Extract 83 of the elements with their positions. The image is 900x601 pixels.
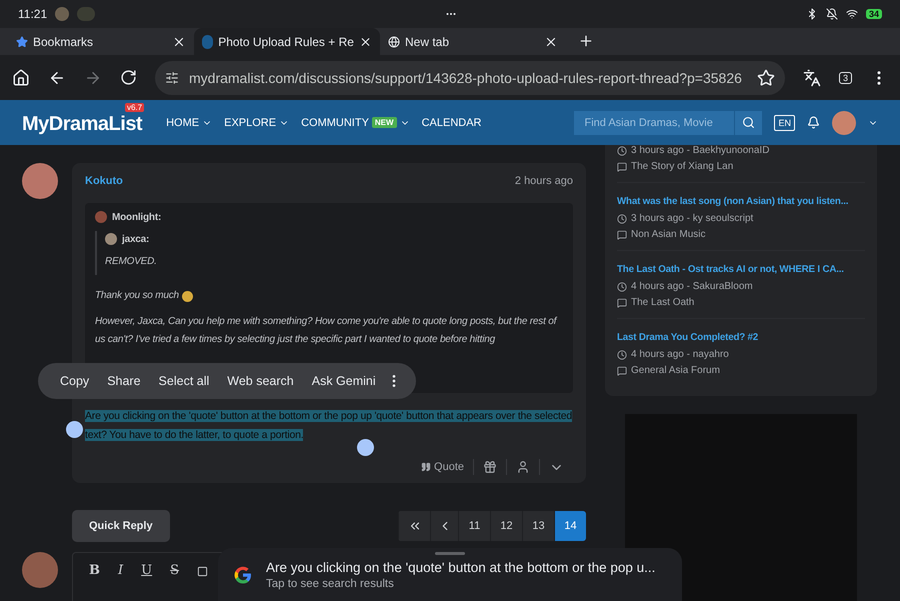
search-hint: Tap to see search results: [266, 578, 395, 590]
post-time: 2 hours ago: [514, 175, 573, 187]
thread-meta: 3 hours ago - ky seoulscript: [631, 213, 754, 224]
quote-author: Moonlight:: [112, 212, 162, 222]
bell-off-icon: [826, 8, 838, 20]
forum-name: The Last Oath: [631, 297, 694, 308]
thread-meta: 4 hours ago - SakuraBloom: [631, 281, 753, 292]
clock-icon: [617, 146, 627, 156]
star-icon: [16, 36, 28, 48]
quote-author: jaxca:: [122, 234, 150, 244]
comment-icon: [617, 162, 627, 172]
drag-handle: [435, 552, 465, 555]
google-logo: [234, 566, 252, 584]
forum-name: Non Asian Music: [631, 229, 706, 240]
bookmark-star-icon[interactable]: [756, 68, 775, 86]
menu-item[interactable]: Web search: [219, 374, 302, 388]
avatar: [22, 552, 58, 588]
gift-icon: [483, 460, 497, 474]
url-text: mydramalist.com/discussions/support/143628-photo-upload-rules-report-thread?p=35826: [189, 70, 743, 86]
emoji-icon: [182, 290, 193, 302]
menu-item[interactable]: Share: [99, 374, 149, 388]
user-icon: [516, 460, 530, 474]
new-badge: NEW: [372, 117, 397, 128]
quote-icon: [421, 462, 432, 472]
format-button[interactable]: S: [170, 563, 180, 601]
post-text: Are you clicking on the 'quote' button at the bottom or the pop up 'quote' button that appears over the selected text? You have to do the latter, to quote a portion.: [85, 409, 573, 443]
quote-text: However, Jaxca, Can you help me with something? How come you're able to quote long posts, but the rest of us can't? I've tried a few times by selecting just the specific part I wanted to quote before hitting: [95, 315, 558, 347]
quote-button[interactable]: Quote: [412, 459, 473, 475]
thread-meta: 4 hours ago - nayahro: [631, 349, 729, 360]
selection-handle[interactable]: [66, 421, 83, 438]
menu-item[interactable]: Copy: [52, 374, 98, 388]
new-tab-icon[interactable]: [578, 33, 594, 49]
thread-link[interactable]: The Last Oath - Ost tracks AI or not, WHERE I CA...: [617, 263, 844, 276]
translate-icon[interactable]: [802, 68, 821, 86]
quote-text: Thank you so much: [95, 289, 179, 303]
search-sheet[interactable]: Are you clicking on the 'quote' button at the bottom or the pop u... Tap to see search results: [218, 548, 682, 601]
globe-icon: [388, 36, 400, 48]
thread-link[interactable]: What was the last song (non Asian) that you listen...: [617, 195, 848, 208]
clock-icon: [617, 350, 627, 360]
format-button[interactable]: B: [89, 563, 100, 601]
search-button[interactable]: [734, 110, 762, 134]
nav-link[interactable]: HOME: [166, 116, 212, 128]
browser-tab[interactable]: Photo Upload Rules + Re: [194, 28, 380, 55]
tab-count[interactable]: 3: [838, 72, 852, 84]
format-button[interactable]: I: [118, 563, 124, 601]
home-icon[interactable]: [12, 68, 30, 86]
author-link[interactable]: Kokuto: [85, 175, 123, 187]
clock-time: 11:21: [18, 7, 48, 21]
site-logo[interactable]: MyDramaList: [22, 113, 142, 135]
quote-text: REMOVED.: [105, 255, 158, 269]
reload-icon[interactable]: [120, 69, 137, 86]
site-settings-icon: [165, 70, 179, 84]
clock-icon: [617, 282, 627, 292]
page-button[interactable]: 14: [554, 511, 586, 541]
checkbox-icon: [197, 566, 208, 577]
language-button[interactable]: EN: [774, 114, 795, 130]
search-field[interactable]: Find Asian Dramas, Movie: [574, 110, 734, 134]
comment-icon: [617, 298, 627, 308]
nav-link[interactable]: COMMUNITY NEW: [301, 116, 410, 128]
menu-item[interactable]: Ask Gemini: [304, 374, 384, 388]
quick-reply-button[interactable]: Quick Reply: [72, 510, 170, 542]
browser-tab[interactable]: New tab: [380, 28, 566, 55]
search-query: Are you clicking on the 'quote' button at the bottom or the pop u...: [266, 560, 656, 575]
comment-icon: [617, 230, 627, 240]
forum-name: The Story of Xiang Lan: [631, 161, 734, 172]
avatar: [95, 211, 107, 223]
forum-name: General Asia Forum: [631, 365, 720, 376]
avatar: [105, 233, 117, 245]
thread-meta: 3 hours ago - BaekhyunoonaID: [631, 145, 770, 156]
nav-link[interactable]: EXPLORE: [224, 116, 290, 128]
comment-icon: [617, 366, 627, 376]
address-field[interactable]: mydramalist.com/discussions/support/143628-photo-upload-rules-report-thread?p=35826: [155, 60, 785, 94]
thread-link[interactable]: Last Drama You Completed? #2: [617, 331, 758, 344]
bell-icon[interactable]: [807, 116, 820, 129]
format-button[interactable]: U: [141, 563, 152, 601]
browser-tab[interactable]: Bookmarks: [8, 28, 194, 55]
nav-link[interactable]: CALENDAR: [422, 116, 482, 128]
search-icon: [742, 116, 756, 129]
avatar: [22, 163, 58, 199]
battery-level: 34: [866, 9, 882, 19]
clock-icon: [617, 214, 627, 224]
menu-item[interactable]: Select all: [150, 374, 218, 388]
version-badge: v6.7: [124, 103, 144, 112]
